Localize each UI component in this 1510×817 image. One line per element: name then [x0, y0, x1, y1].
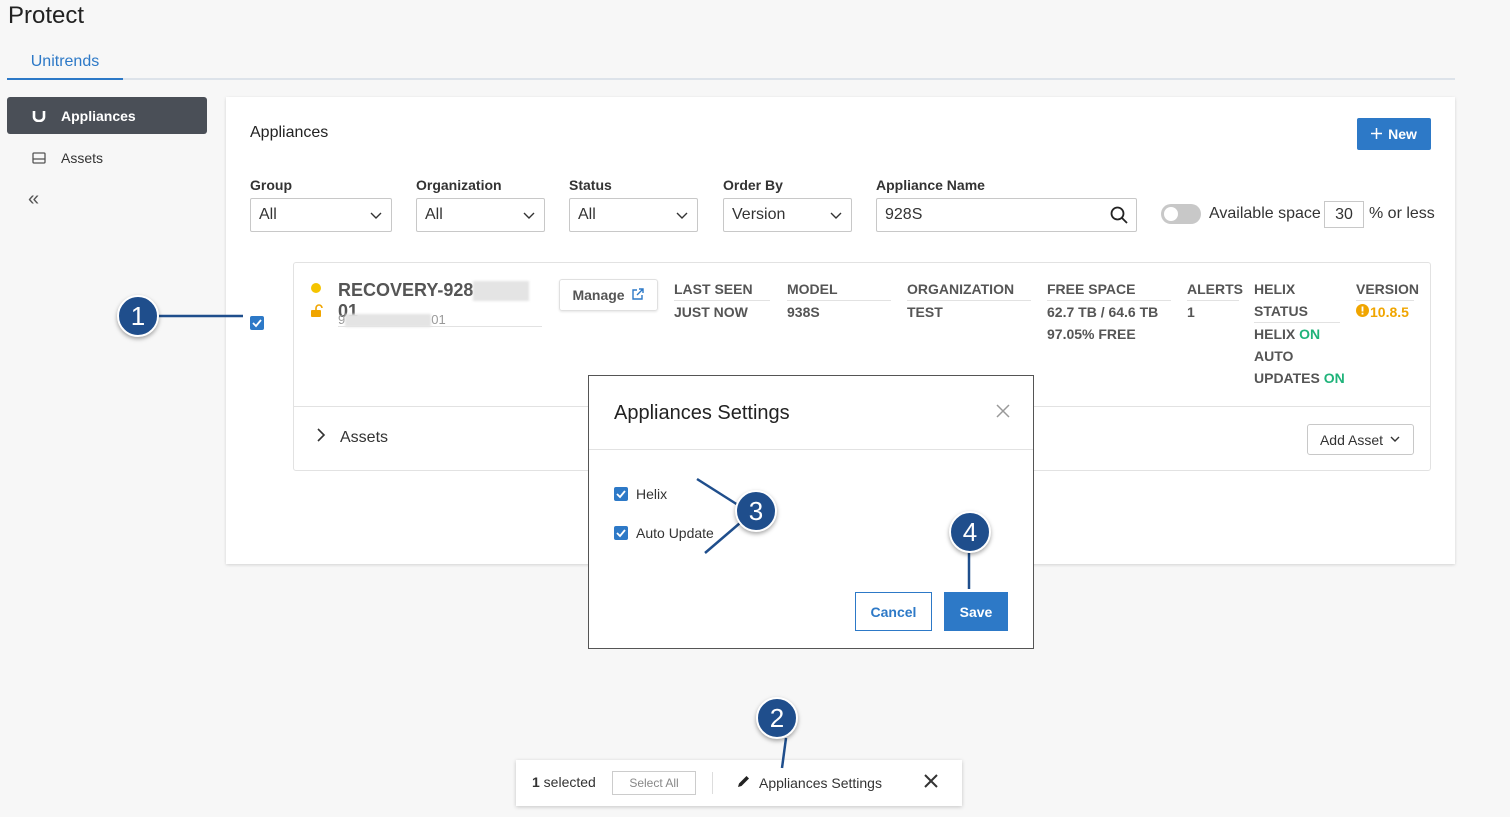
organization-label: Organization — [416, 177, 502, 193]
appliance-sub-prefix: 9 — [338, 312, 346, 327]
status-value: All — [578, 206, 596, 223]
add-asset-label: Add Asset — [1319, 431, 1384, 448]
appliance-sub-suffix: 01 — [431, 312, 446, 327]
auto-label: AUTO — [1254, 348, 1294, 364]
appliance-subtitle: 9 01 — [338, 312, 446, 328]
helix-status-header-2: STATUS — [1254, 303, 1340, 323]
version-header: VERSION — [1356, 281, 1419, 301]
chevron-down-icon — [829, 208, 843, 227]
organization-value: All — [425, 206, 443, 223]
manage-button[interactable]: Manage — [559, 279, 658, 311]
status-label: Status — [569, 177, 612, 193]
status-select[interactable]: All — [569, 198, 698, 232]
tab-bar: Unitrends — [7, 46, 1455, 80]
select-all-button[interactable]: Select All — [612, 771, 696, 795]
appliances-settings-button[interactable]: Appliances Settings — [736, 774, 882, 792]
warning-icon — [1356, 301, 1369, 323]
last-seen-header: LAST SEEN — [674, 281, 770, 301]
modal-divider — [589, 449, 1033, 450]
close-icon[interactable] — [995, 402, 1011, 425]
sidebar-item-label: Assets — [61, 149, 104, 166]
helix-status-header-1: HELIX — [1254, 281, 1296, 297]
modal-title: Appliances Settings — [614, 402, 790, 424]
organization-value: TEST — [907, 304, 943, 320]
callout-1: 1 — [117, 295, 159, 337]
pencil-icon — [736, 774, 751, 792]
chevron-right-icon — [316, 428, 326, 447]
alerts-value[interactable]: 1 — [1187, 301, 1195, 323]
auto-update-checkbox-label: Auto Update — [636, 525, 714, 541]
available-space-toggle[interactable] — [1161, 204, 1201, 224]
redaction — [473, 281, 530, 302]
sidebar-item-label: Appliances — [61, 107, 136, 124]
available-space-label: Available space — [1209, 205, 1321, 222]
selected-count: 1 selected — [532, 774, 596, 790]
order-by-value: Version — [732, 206, 786, 223]
appliance-name-value: 928S — [885, 206, 923, 223]
divider — [712, 772, 713, 794]
tab-unitrends[interactable]: Unitrends — [7, 46, 123, 80]
alerts-header: ALERTS — [1187, 281, 1243, 301]
chevron-down-icon — [675, 208, 689, 227]
group-label: Group — [250, 177, 292, 193]
model-value: 938S — [787, 304, 820, 320]
checkmark-icon — [616, 529, 626, 538]
chevron-down-icon — [369, 208, 383, 227]
cancel-button[interactable]: Cancel — [855, 592, 932, 631]
organization-select[interactable]: All — [416, 198, 545, 232]
auto-updates-state: UPDATES ON — [1254, 370, 1345, 386]
assets-expander[interactable]: Assets — [316, 428, 388, 447]
model-header: MODEL — [787, 281, 891, 301]
checkmark-icon — [616, 490, 626, 499]
appliance-name-label: Appliance Name — [876, 177, 985, 193]
assets-label: Assets — [340, 428, 389, 446]
external-link-icon — [631, 287, 645, 304]
helix-checkbox[interactable] — [614, 487, 628, 501]
checkmark-icon — [252, 319, 262, 328]
plus-icon — [1371, 126, 1383, 142]
manage-label: Manage — [572, 287, 625, 303]
order-by-select[interactable]: Version — [723, 198, 852, 232]
last-seen-value: JUST NOW — [674, 304, 748, 320]
save-button[interactable]: Save — [944, 592, 1008, 631]
search-icon[interactable] — [1110, 206, 1128, 229]
appliance-row-checkbox[interactable] — [250, 316, 264, 330]
close-icon[interactable] — [922, 772, 940, 796]
auto-update-checkbox[interactable] — [614, 526, 628, 540]
sidebar-item-appliances[interactable]: Appliances — [7, 97, 207, 134]
add-asset-button[interactable]: Add Asset — [1307, 424, 1414, 455]
callout-3: 3 — [735, 490, 777, 532]
collapse-sidebar-icon[interactable]: « — [28, 188, 39, 211]
unlock-icon — [310, 304, 324, 323]
helix-state: HELIX ON — [1254, 326, 1321, 342]
status-dot — [311, 283, 321, 293]
chevron-down-icon — [522, 208, 536, 227]
free-space-header: FREE SPACE — [1047, 281, 1171, 301]
organization-header: ORGANIZATION — [907, 281, 1031, 301]
new-button-label: New — [1388, 126, 1417, 142]
free-space-value: 62.7 TB / 64.6 TB — [1047, 304, 1159, 320]
appliance-name-input[interactable]: 928S — [876, 198, 1137, 232]
appliance-name-prefix: RECOVERY-928 — [338, 280, 474, 300]
available-space-input[interactable]: 30 — [1324, 201, 1364, 228]
page-title: Protect — [8, 2, 85, 29]
callout-4: 4 — [949, 511, 991, 553]
redaction — [345, 314, 432, 328]
chevron-down-icon — [1389, 432, 1401, 448]
group-select[interactable]: All — [250, 198, 392, 232]
appliances-settings-label: Appliances Settings — [759, 775, 882, 791]
group-value: All — [259, 206, 277, 223]
sidebar-item-assets[interactable]: Assets — [7, 139, 207, 176]
callout-2: 2 — [756, 697, 798, 739]
order-by-label: Order By — [723, 177, 783, 193]
available-space-suffix: % or less — [1369, 205, 1435, 222]
unitrends-logo-icon — [31, 110, 47, 122]
card-title: Appliances — [250, 124, 329, 141]
free-space-percent: 97.05% FREE — [1047, 326, 1136, 342]
drive-icon — [31, 151, 47, 164]
version-value: 10.8.5 — [1356, 301, 1409, 323]
helix-checkbox-label: Helix — [636, 486, 668, 502]
new-button[interactable]: New — [1357, 118, 1431, 150]
